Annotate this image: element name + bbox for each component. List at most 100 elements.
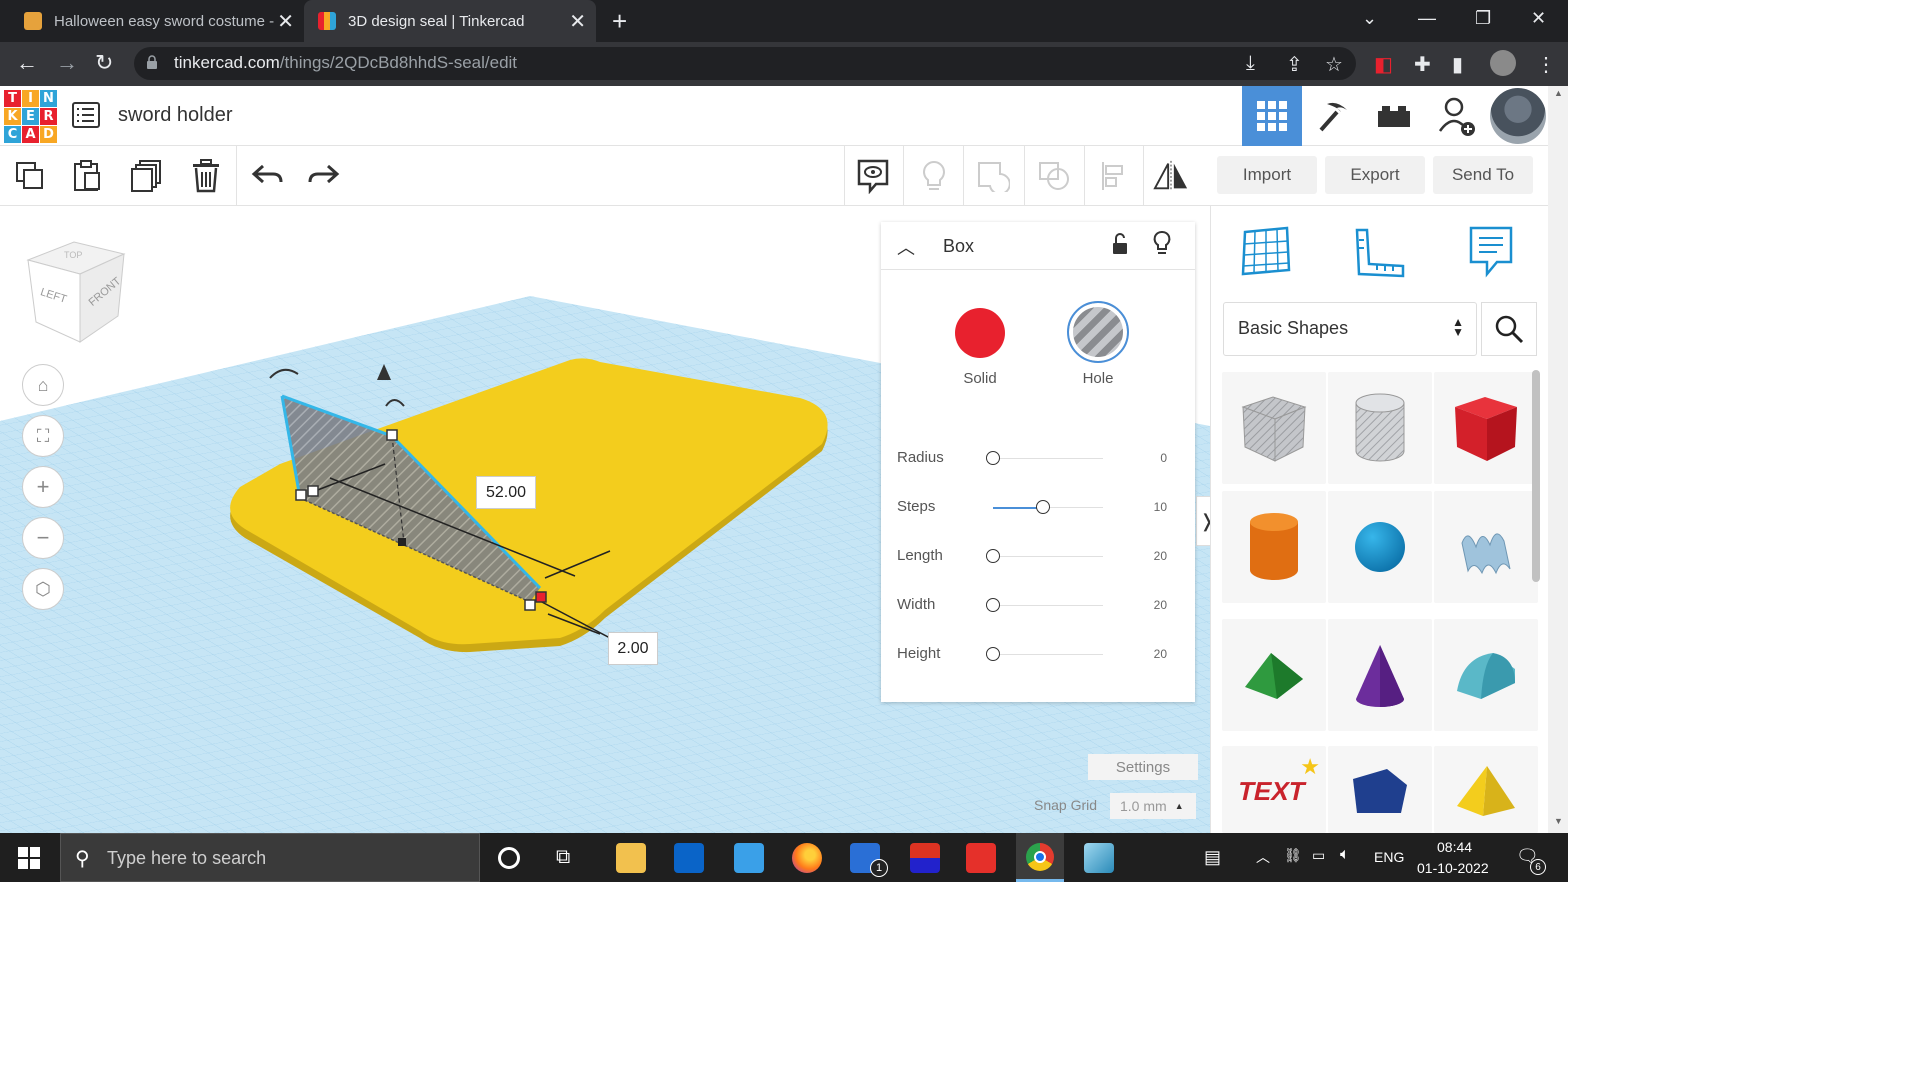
user-avatar[interactable] <box>1488 86 1548 146</box>
reload-icon[interactable]: ↻ <box>95 50 113 76</box>
param-value[interactable]: 20 <box>1121 549 1167 563</box>
collapse-panel-button[interactable]: ❭ <box>1196 496 1210 546</box>
battery-icon[interactable]: ▭ <box>1312 847 1325 864</box>
param-value[interactable]: 20 <box>1121 647 1167 661</box>
fit-view-button[interactable]: ⛶ <box>22 415 64 457</box>
notes-icon[interactable] <box>855 158 891 194</box>
tinkercad-logo[interactable]: T I N K E R C A D <box>4 90 57 143</box>
shape-round-roof[interactable] <box>1434 619 1538 731</box>
param-slider-track[interactable] <box>993 458 1103 459</box>
shape-search-button[interactable] <box>1481 302 1537 356</box>
side-panel-icon[interactable]: ▮ <box>1452 52 1463 77</box>
shape-box[interactable] <box>1434 372 1538 484</box>
resize-handle-active[interactable] <box>535 591 547 603</box>
zoom-out-button[interactable]: − <box>22 517 64 559</box>
volume-icon[interactable]: 🔈︎ <box>1340 846 1350 864</box>
design-list-icon[interactable] <box>72 102 100 128</box>
cortana-icon[interactable] <box>498 847 520 869</box>
shape-cylinder[interactable] <box>1222 491 1326 603</box>
shape-list-scrollbar[interactable] <box>1532 370 1540 582</box>
perspective-button[interactable]: ⬡ <box>22 568 64 610</box>
shape-category-select[interactable]: Basic Shapes ▲ ▼ <box>1223 302 1477 356</box>
resize-handle[interactable] <box>386 429 398 441</box>
settings-button[interactable]: Settings <box>1088 754 1198 780</box>
shape-cone[interactable] <box>1328 619 1432 731</box>
zoom-in-button[interactable]: + <box>22 466 64 508</box>
wps-office-icon[interactable] <box>966 843 996 873</box>
language-indicator[interactable]: ENG <box>1374 849 1404 865</box>
tab-halloween[interactable]: Halloween easy sword costume - ✕ <box>10 0 304 42</box>
send-to-button[interactable]: Send To <box>1433 156 1533 194</box>
param-slider-knob[interactable] <box>986 549 1000 563</box>
duplicate-icon[interactable] <box>129 158 165 194</box>
windows-start-icon[interactable] <box>18 847 40 874</box>
profile-avatar[interactable] <box>1490 50 1516 76</box>
news-icon[interactable]: ▤ <box>1204 847 1221 868</box>
param-slider-knob[interactable] <box>986 451 1000 465</box>
page-scrollbar[interactable]: ▲ ▼ <box>1548 86 1568 833</box>
shape-cylinder-hole[interactable] <box>1328 372 1432 484</box>
ruler-tool-icon[interactable] <box>1351 226 1407 285</box>
mirror-icon[interactable] <box>1153 158 1189 194</box>
param-slider-knob[interactable] <box>986 598 1000 612</box>
param-value[interactable]: 10 <box>1121 500 1167 514</box>
shape-pyramid[interactable] <box>1434 746 1538 833</box>
solid-color-button[interactable] <box>955 308 1005 358</box>
lock-icon[interactable] <box>1111 232 1129 256</box>
hole-button[interactable] <box>1067 301 1129 363</box>
invite-user-button[interactable] <box>1426 86 1486 146</box>
tab-tinkercad[interactable]: 3D design seal | Tinkercad ✕ <box>304 0 596 42</box>
shape-polygon[interactable] <box>1328 746 1432 833</box>
close-tab-icon[interactable]: ✕ <box>277 9 294 34</box>
snap-grid-select[interactable]: 1.0 mm ▲ <box>1110 793 1196 819</box>
clock-date[interactable]: 01-10-2022 <box>1417 860 1489 876</box>
bricks-button[interactable] <box>1364 86 1424 146</box>
laptop-app-icon[interactable] <box>734 843 764 873</box>
resize-handle[interactable] <box>398 538 406 546</box>
ungroup-icon[interactable] <box>1036 158 1072 194</box>
param-slider-knob[interactable] <box>986 647 1000 661</box>
chrome-menu-icon[interactable]: ⋮ <box>1536 52 1556 77</box>
param-value[interactable]: 20 <box>1121 598 1167 612</box>
resize-handle[interactable] <box>295 489 307 501</box>
new-tab-button[interactable]: + <box>612 6 627 37</box>
length-dimension-label[interactable]: 52.00 <box>476 476 536 509</box>
share-icon[interactable]: ⇪ <box>1286 52 1303 77</box>
lightbulb-icon[interactable] <box>1153 230 1171 256</box>
back-icon[interactable]: ← <box>16 50 38 76</box>
design-title[interactable]: sword holder <box>118 104 233 127</box>
param-slider-track[interactable] <box>993 605 1103 606</box>
shape-sphere[interactable] <box>1328 491 1432 603</box>
chrome-taskbar-button[interactable] <box>1016 833 1064 882</box>
resize-handle[interactable] <box>307 485 319 497</box>
install-icon[interactable]: ⤓ <box>1246 52 1255 75</box>
home-view-button[interactable]: ⌂ <box>22 364 64 406</box>
shape-roof[interactable] <box>1222 619 1326 731</box>
tab-search-icon[interactable]: ⌄ <box>1362 8 1377 29</box>
param-slider-track[interactable] <box>993 654 1103 655</box>
firefox-icon[interactable] <box>792 843 822 873</box>
import-button[interactable]: Import <box>1217 156 1317 194</box>
undo-icon[interactable] <box>249 158 285 194</box>
copy-icon[interactable] <box>12 158 48 194</box>
param-slider-knob[interactable] <box>1036 500 1050 514</box>
shape-box-hole[interactable] <box>1222 372 1326 484</box>
task-view-icon[interactable]: ⧉ <box>556 846 570 869</box>
tray-chevron-icon[interactable]: ︿ <box>1256 847 1270 867</box>
delete-icon[interactable] <box>188 158 224 194</box>
close-tab-icon[interactable]: ✕ <box>569 9 586 34</box>
view-cube[interactable]: LEFT FRONT TOP <box>26 240 126 344</box>
redo-icon[interactable] <box>306 158 342 194</box>
align-icon[interactable] <box>1096 158 1132 194</box>
minimize-icon[interactable]: — <box>1418 8 1436 29</box>
lightbulb-icon[interactable] <box>916 158 952 194</box>
export-button[interactable]: Export <box>1325 156 1425 194</box>
forward-icon[interactable]: → <box>56 50 78 76</box>
codeblocks-button[interactable] <box>1303 86 1363 146</box>
param-value[interactable]: 0 <box>1121 451 1167 465</box>
restore-icon[interactable]: ❐ <box>1475 8 1491 29</box>
param-slider-track[interactable] <box>993 556 1103 557</box>
width-dimension-label[interactable]: 2.00 <box>608 632 658 665</box>
bookmark-star-icon[interactable]: ☆ <box>1325 52 1343 77</box>
resize-handle[interactable] <box>524 599 536 611</box>
